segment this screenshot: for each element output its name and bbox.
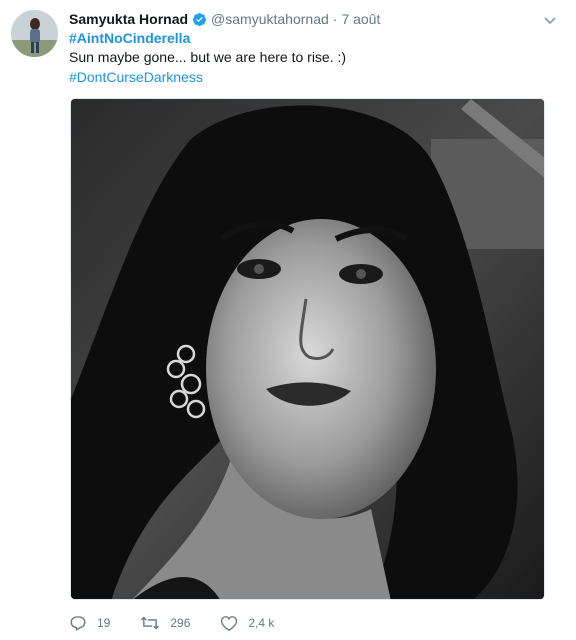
tweet-actions: 19 296 2,4 k (69, 614, 274, 632)
verified-badge-icon (192, 12, 207, 27)
hashtag-link-2[interactable]: #DontCurseDarkness (69, 68, 203, 87)
retweet-count: 296 (170, 616, 191, 630)
avatar[interactable] (11, 10, 58, 57)
author-name[interactable]: Samyukta Hornad (69, 11, 188, 27)
more-options-button[interactable] (544, 12, 556, 30)
tweet-date[interactable]: 7 août (341, 11, 380, 27)
tweet-header: Samyukta Hornad @samyuktahornad · 7 août (69, 9, 536, 29)
author-handle[interactable]: @samyuktahornad (211, 11, 329, 27)
tweet-text: Sun maybe gone... but we are here to ris… (69, 49, 347, 65)
heart-icon (221, 615, 238, 631)
separator-dot: · (332, 11, 338, 27)
retweet-icon (141, 616, 160, 630)
avatar-image (11, 10, 58, 57)
hashtag-link-1[interactable]: #AintNoCinderella (69, 29, 190, 48)
tweet-photo[interactable] (70, 98, 545, 600)
retweet-button[interactable]: 296 (140, 614, 190, 632)
chevron-down-icon (544, 17, 556, 25)
reply-count: 19 (97, 616, 111, 630)
reply-icon (70, 616, 86, 631)
like-count: 2,4 k (248, 616, 275, 630)
portrait-image (71, 99, 544, 599)
reply-button[interactable]: 19 (69, 614, 110, 632)
like-button[interactable]: 2,4 k (220, 615, 274, 632)
